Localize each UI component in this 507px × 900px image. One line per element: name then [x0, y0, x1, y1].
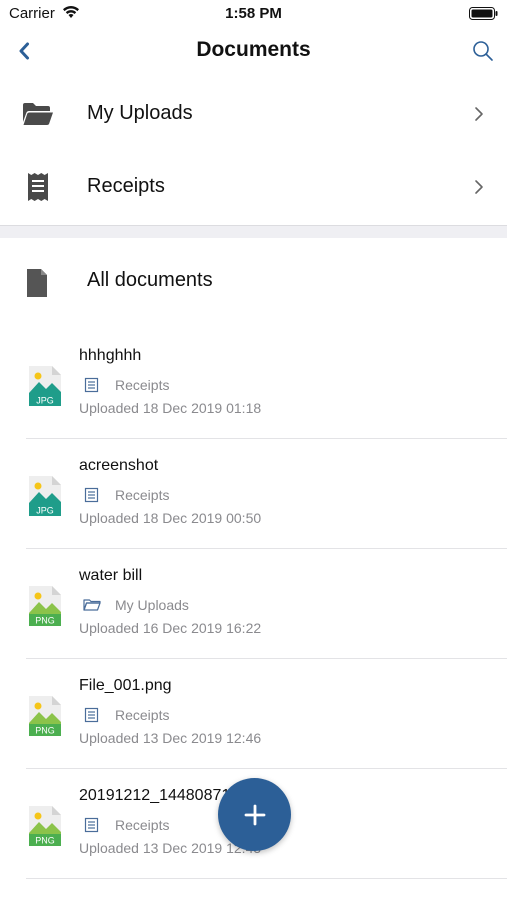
page-title: Documents — [196, 38, 311, 61]
upload-date: Uploaded 18 Dec 2019 01:18 — [79, 400, 262, 416]
upload-date: Uploaded 16 Dec 2019 16:22 — [79, 620, 262, 636]
document-name: acreenshot — [79, 457, 159, 474]
folder-row-my-uploads[interactable]: My Uploads — [0, 78, 507, 152]
png-file-icon: PNG — [29, 806, 61, 846]
folder-name: Receipts — [115, 487, 170, 503]
status-bar: Carrier 1:58 PM — [0, 0, 507, 28]
battery-icon — [469, 7, 498, 20]
chevron-right-icon — [475, 107, 483, 121]
document-row[interactable]: PNG water bill My Uploads Uploaded 16 De… — [0, 549, 507, 659]
document-name: hhhghhh — [79, 347, 142, 364]
document-folder: Receipts — [79, 485, 169, 505]
png-file-icon: PNG — [29, 696, 61, 736]
jpg-file-icon: JPG — [29, 366, 61, 406]
file-type-label: PNG — [35, 726, 55, 736]
file-type-label: PNG — [35, 836, 55, 846]
status-time: 1:58 PM — [225, 5, 282, 22]
section-title: All documents — [87, 269, 213, 291]
document-folder: Receipts — [79, 705, 169, 725]
upload-date: Uploaded 13 Dec 2019 12:46 — [79, 730, 262, 746]
search-icon — [473, 41, 493, 61]
folder-name: Receipts — [115, 817, 170, 833]
folder-open-icon — [83, 599, 101, 611]
folder-label: Receipts — [87, 175, 165, 197]
document-name: water bill — [79, 567, 143, 584]
chevron-right-icon — [475, 180, 483, 194]
png-file-icon: PNG — [29, 586, 61, 626]
file-type-label: PNG — [35, 616, 55, 626]
document-folder: Receipts — [79, 815, 169, 835]
folder-name: My Uploads — [115, 597, 189, 613]
document-name: File_001.png — [79, 677, 172, 694]
document-folder: My Uploads — [79, 595, 189, 615]
folder-row-receipts[interactable]: Receipts — [0, 151, 507, 225]
document-icon — [27, 269, 47, 297]
folder-label: My Uploads — [87, 102, 193, 124]
receipt-icon — [84, 377, 99, 393]
upload-date: Uploaded 18 Dec 2019 00:50 — [79, 510, 262, 526]
add-document-button[interactable] — [218, 778, 291, 851]
file-type-label: JPG — [36, 396, 54, 406]
receipt-icon — [84, 817, 99, 833]
all-documents-header: All documents — [0, 240, 507, 326]
jpg-file-icon: JPG — [29, 476, 61, 516]
nav-bar: Documents — [0, 28, 507, 74]
row-divider — [26, 878, 507, 879]
plus-icon — [244, 804, 265, 825]
receipt-icon — [84, 707, 99, 723]
document-row[interactable]: JPG acreenshot Receipts Uploaded 18 Dec … — [0, 439, 507, 549]
receipt-icon — [22, 171, 54, 203]
receipt-icon — [84, 487, 99, 503]
folder-open-icon — [22, 98, 54, 130]
section-divider — [0, 225, 507, 238]
folder-name: Receipts — [115, 377, 170, 393]
file-type-label: JPG — [36, 506, 54, 516]
document-folder: Receipts — [79, 375, 169, 395]
document-row[interactable]: JPG hhhghhh Receipts Uploaded 18 Dec 201… — [0, 329, 507, 439]
document-row[interactable]: PNG File_001.png Receipts Uploaded 13 De… — [0, 659, 507, 769]
search-button[interactable] — [469, 37, 497, 65]
folder-name: Receipts — [115, 707, 170, 723]
